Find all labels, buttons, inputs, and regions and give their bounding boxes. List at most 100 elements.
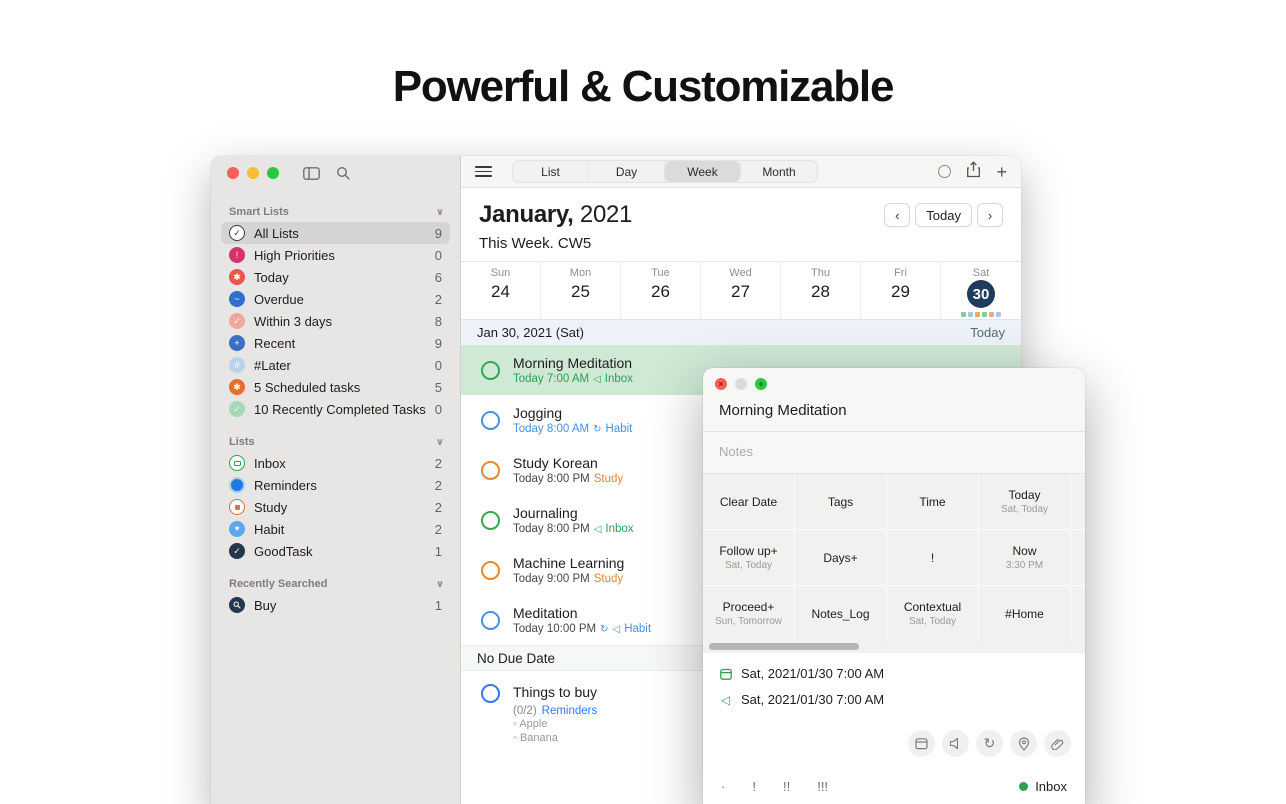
tab-list[interactable]: List (513, 161, 589, 182)
item-count: 0 (435, 402, 442, 417)
alert-date-row[interactable]: ◁ Sat, 2021/01/30 7:00 AM (719, 692, 1069, 707)
task-title-field[interactable]: Morning Meditation (703, 396, 1085, 432)
tab-day[interactable]: Day (589, 161, 665, 182)
close-popup-button[interactable]: × (715, 378, 727, 390)
scrollbar-thumb[interactable] (709, 643, 859, 650)
complete-checkbox[interactable] (481, 461, 500, 480)
quick-action-proceed[interactable]: Proceed+Sun, Tomorrow (703, 586, 794, 641)
sidebar-item-overdue[interactable]: ~ Overdue 2 (221, 288, 450, 310)
subtask-item: ◦ Banana (513, 731, 597, 745)
quick-action-contextual[interactable]: ContextualSat, Today (887, 586, 978, 641)
complete-checkbox[interactable] (481, 511, 500, 530)
minimize-window-button[interactable] (247, 167, 259, 179)
day-number: 26 (651, 282, 670, 302)
sidebar-item-reminders[interactable]: Reminders 2 (221, 474, 450, 496)
sidebar-item-buy-search[interactable]: Buy 1 (221, 594, 450, 616)
list-selector[interactable]: Inbox (1019, 779, 1067, 794)
zoom-popup-button[interactable]: + (755, 378, 767, 390)
quick-action-tags[interactable]: Tags (795, 474, 886, 529)
sidebar-item-habit[interactable]: ♥ Habit 2 (221, 518, 450, 540)
today-button[interactable]: Today (915, 203, 972, 227)
tab-month[interactable]: Month (741, 161, 817, 182)
sidebar-item-later[interactable]: # #Later 0 (221, 354, 450, 376)
tab-week[interactable]: Week (665, 161, 741, 182)
day-cell-sun[interactable]: Sun 24 (461, 262, 541, 319)
sidebar-item-inbox[interactable]: Inbox 2 (221, 452, 450, 474)
priority-high[interactable]: !!! (817, 779, 828, 794)
share-icon[interactable] (966, 161, 981, 183)
day-cell-mon[interactable]: Mon 25 (541, 262, 621, 319)
year-label: 2021 (574, 201, 633, 228)
search-icon[interactable] (336, 166, 350, 180)
complete-checkbox[interactable] (481, 561, 500, 580)
quick-action-partial[interactable] (1071, 530, 1085, 585)
task-title: Machine Learning (513, 555, 624, 571)
next-week-button[interactable]: › (977, 203, 1003, 227)
sidebar-item-scheduled-tasks[interactable]: ✱ 5 Scheduled tasks 5 (221, 376, 450, 398)
horizontal-scrollbar[interactable] (703, 641, 1085, 653)
day-cell-sat-selected[interactable]: Sat 30 (941, 262, 1021, 319)
alert-icon: ◁ (594, 524, 602, 535)
chevron-down-icon[interactable]: ∨ (436, 579, 444, 590)
quick-action-follow-up[interactable]: Follow up+Sat, Today (703, 530, 794, 585)
quick-action-clear-date[interactable]: Clear Date (703, 474, 794, 529)
item-label: Today (254, 270, 435, 285)
sidebar-item-recently-completed[interactable]: ✓ 10 Recently Completed Tasks 0 (221, 398, 450, 420)
toggle-sidebar-icon[interactable] (303, 167, 320, 180)
complete-checkbox[interactable] (481, 411, 500, 430)
task-title: Morning Meditation (513, 355, 633, 371)
attachment-button[interactable] (1044, 730, 1071, 757)
quick-action-time[interactable]: Time (887, 474, 978, 529)
add-task-icon[interactable]: + (996, 163, 1007, 181)
sidebar-item-within-3-days[interactable]: ✓ Within 3 days 8 (221, 310, 450, 332)
recently-searched-section-header[interactable]: Recently Searched ∨ (221, 572, 450, 594)
quick-action-partial[interactable] (1071, 586, 1085, 641)
sidebar-item-today[interactable]: ✱ Today 6 (221, 266, 450, 288)
minimize-popup-button[interactable] (735, 378, 747, 390)
priority-low[interactable]: ! (752, 779, 756, 794)
item-label: High Priorities (254, 248, 435, 263)
quick-action-priority[interactable]: ! (887, 530, 978, 585)
quick-action-days-plus[interactable]: Days+ (795, 530, 886, 585)
chevron-down-icon[interactable]: ∨ (436, 207, 444, 218)
task-title: Meditation (513, 605, 651, 621)
due-date-row[interactable]: Sat, 2021/01/30 7:00 AM (719, 666, 1069, 681)
complete-checkbox[interactable] (481, 361, 500, 380)
show-completed-icon[interactable] (938, 165, 951, 178)
day-cell-thu[interactable]: Thu 28 (781, 262, 861, 319)
sidebar-item-study[interactable]: Study 2 (221, 496, 450, 518)
day-cell-tue[interactable]: Tue 26 (621, 262, 701, 319)
complete-checkbox[interactable] (481, 611, 500, 630)
alert-button[interactable] (942, 730, 969, 757)
chevron-down-icon[interactable]: ∨ (436, 437, 444, 448)
quick-action-today[interactable]: TodaySat, Today (979, 474, 1070, 529)
quick-action-partial[interactable] (1071, 474, 1085, 529)
menu-icon[interactable] (475, 166, 492, 177)
calendar-button[interactable] (908, 730, 935, 757)
close-window-button[interactable] (227, 167, 239, 179)
quick-action-home-tag[interactable]: #Home (979, 586, 1070, 641)
repeat-button[interactable]: ↻ (976, 730, 1003, 757)
all-lists-icon: ✓ (229, 225, 245, 241)
sidebar-item-high-priorities[interactable]: ! High Priorities 0 (221, 244, 450, 266)
subtask-progress: (0/2) (513, 705, 537, 717)
smart-lists-section-header[interactable]: Smart Lists ∨ (221, 200, 450, 222)
lists-section-header[interactable]: Lists ∨ (221, 430, 450, 452)
sidebar-item-all-lists[interactable]: ✓ All Lists 9 (221, 222, 450, 244)
zoom-window-button[interactable] (267, 167, 279, 179)
prev-week-button[interactable]: ‹ (884, 203, 910, 227)
day-cell-wed[interactable]: Wed 27 (701, 262, 781, 319)
sidebar-item-goodtask[interactable]: ✓ GoodTask 1 (221, 540, 450, 562)
location-button[interactable] (1010, 730, 1037, 757)
day-cell-fri[interactable]: Fri 29 (861, 262, 941, 319)
notes-field[interactable]: Notes (703, 432, 1085, 474)
quick-action-notes-log[interactable]: Notes_Log (795, 586, 886, 641)
event-dots (961, 312, 1001, 317)
task-time: Today 8:00 PM (513, 523, 590, 535)
complete-checkbox[interactable] (481, 684, 500, 703)
priority-none[interactable]: · (721, 779, 725, 794)
window-titlebar (211, 156, 460, 190)
sidebar-item-recent[interactable]: + Recent 9 (221, 332, 450, 354)
quick-action-now[interactable]: Now3:30 PM (979, 530, 1070, 585)
priority-medium[interactable]: !! (783, 779, 790, 794)
